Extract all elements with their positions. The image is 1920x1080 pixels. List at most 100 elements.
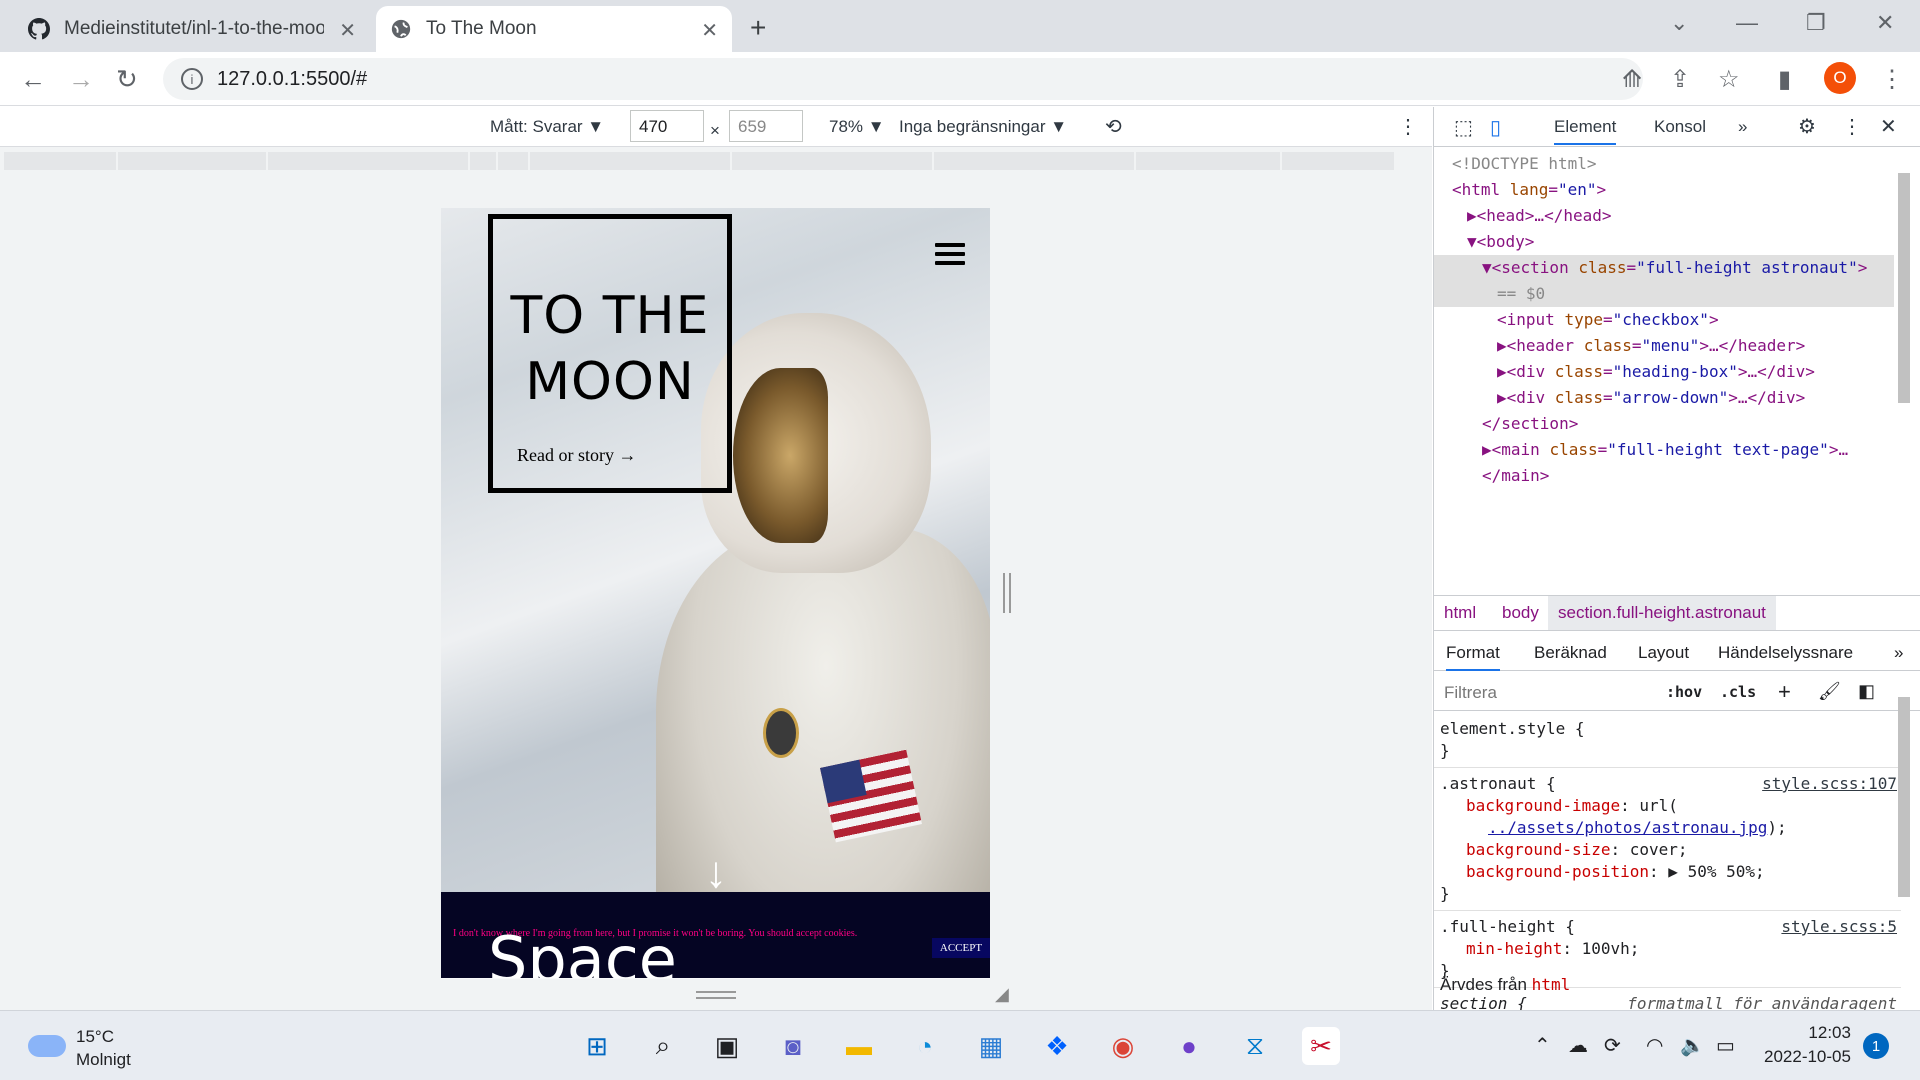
dom-scrollbar[interactable] [1898,173,1910,403]
crumb-section[interactable]: section.full-height.astronaut [1548,596,1776,630]
css-source-link[interactable]: style.scss:107 [1762,773,1897,795]
dom-node-line[interactable]: </section> [1434,411,1894,437]
rotate-icon[interactable]: ⟲ [1105,114,1122,139]
tab-element[interactable]: Element [1554,117,1617,145]
accept-cookies-button[interactable]: ACCEPT [932,938,990,958]
settings-gear-icon[interactable]: ⚙ [1798,114,1816,139]
crumb-html[interactable]: html [1444,603,1476,623]
chrome-icon[interactable]: ◉ [1104,1027,1142,1065]
width-input[interactable]: 470 [630,110,704,142]
sync-icon[interactable]: ⟳ [1604,1033,1621,1058]
address-bar[interactable]: i 127.0.0.1:5500/# [163,58,1643,100]
subtab-layout[interactable]: Layout [1638,643,1689,663]
hamburger-menu-icon[interactable] [935,243,965,265]
forward-icon[interactable]: → [68,64,94,95]
battery-icon[interactable]: ▭ [1716,1033,1735,1058]
height-input[interactable]: 659 [729,110,803,142]
css-source-link[interactable]: style.scss:5 [1781,916,1897,938]
window-close-icon[interactable]: ✕ [1876,10,1894,36]
styles-scrollbar[interactable] [1898,697,1910,897]
translate-icon[interactable]: ⟰ [1622,65,1642,94]
system-clock[interactable]: 12:03 2022-10-05 [1764,1021,1851,1069]
css-rule[interactable]: element.style {} [1434,713,1901,768]
restore-icon[interactable]: ❐ [1806,10,1826,36]
dom-node-line[interactable]: ▶<div class="heading-box">…</div> [1434,359,1894,385]
minimize-icon[interactable]: — [1736,10,1758,36]
search-icon[interactable]: ⌕ [644,1027,682,1065]
dom-node-line[interactable]: <!DOCTYPE html> [1434,151,1894,177]
onedrive-icon[interactable]: ☁ [1568,1033,1588,1058]
inherited-tag[interactable]: html [1532,975,1571,994]
devtools-menu-icon[interactable]: ⋮ [1842,114,1862,139]
bookmark-star-icon[interactable]: ☆ [1718,65,1740,94]
profile-avatar[interactable]: O [1824,62,1856,94]
paint-icon[interactable]: 🖌 [1818,681,1841,702]
volume-icon[interactable]: 🔈 [1680,1033,1705,1058]
teams-chat-icon[interactable]: ◙ [774,1027,812,1065]
notification-badge[interactable]: 1 [1863,1033,1889,1059]
css-property[interactable]: background-position: ▶ 50% 50%; [1440,861,1895,883]
file-explorer-icon[interactable]: ▬ [840,1027,878,1065]
task-view-icon[interactable]: ▣ [708,1027,746,1065]
resize-corner-icon[interactable]: ◢ [995,984,1009,1005]
start-icon[interactable]: ⊞ [578,1027,616,1065]
github-desktop-icon[interactable]: ● [1170,1027,1208,1065]
media-query-ruler[interactable] [4,152,1428,170]
read-story-link[interactable]: Read or story → [517,445,636,466]
dom-tree[interactable]: <!DOCTYPE html> <html lang="en"> ▶<head>…<… [1434,151,1894,591]
tray-overflow-icon[interactable]: ⌃ [1534,1033,1551,1058]
tab-github[interactable]: Medieinstitutet/inl-1-to-the-moo ✕ [14,6,370,52]
new-rule-icon[interactable]: + [1778,679,1791,705]
dom-node-line[interactable]: ▶<header class="menu">…</header> [1434,333,1894,359]
dom-node-line[interactable]: ▶<div class="arrow-down">…</div> [1434,385,1894,411]
dom-node-line[interactable]: <input type="checkbox"> [1434,307,1894,333]
inspect-element-icon[interactable]: ⬚ [1454,115,1473,140]
tab-to-the-moon[interactable]: To The Moon ✕ [376,6,732,52]
menu-kebab-icon[interactable]: ⋮ [1880,65,1904,94]
snipping-tool-icon[interactable]: ✂ [1302,1027,1340,1065]
css-property[interactable]: background-size: cover; [1440,839,1895,861]
dom-node-line[interactable]: ▼<section class="full-height astronaut"> [1434,255,1894,281]
arrow-down-icon[interactable]: ↓ [705,848,727,898]
dom-node-line[interactable]: </main> [1434,463,1894,489]
subtab-event-listeners[interactable]: Händelselyssnare [1718,643,1853,663]
dropbox-icon[interactable]: ❖ [1038,1027,1076,1065]
tab-search-icon[interactable]: ⌄ [1670,10,1688,36]
dom-node-line[interactable]: ▶<main class="full-height text-page">… [1434,437,1894,463]
subtab-format[interactable]: Format [1446,643,1500,671]
filter-input[interactable]: Filtrera [1444,683,1497,703]
more-options-icon[interactable]: ⋮ [1398,114,1418,139]
share-icon[interactable]: ⇪ [1670,65,1690,94]
close-icon[interactable]: ✕ [701,18,718,43]
more-subtabs-icon[interactable]: » [1894,643,1903,663]
back-icon[interactable]: ← [20,64,46,95]
subtab-computed[interactable]: Beräknad [1534,643,1607,663]
wifi-icon[interactable]: ◠ [1646,1033,1663,1058]
site-info-icon[interactable]: i [181,68,203,90]
devtools-close-icon[interactable]: ✕ [1880,114,1897,139]
dom-node-line[interactable]: ▼<body> [1434,229,1894,255]
css-property[interactable]: min-height: 100vh; [1440,938,1895,960]
tab-console[interactable]: Konsol [1654,117,1706,137]
side-panel-icon[interactable]: ▮ [1778,65,1791,94]
cls-toggle[interactable]: .cls [1720,683,1756,701]
device-toggle-icon[interactable]: ▯ [1490,115,1501,140]
close-icon[interactable]: ✕ [339,18,356,43]
sidebar-toggle-icon[interactable]: ◧ [1858,681,1875,702]
css-property[interactable]: background-image: url( [1440,795,1895,817]
css-rule[interactable]: .astronaut {style.scss:107 background-ima… [1434,768,1901,911]
css-url-link[interactable]: ../assets/photos/astronau.jpg [1488,818,1767,837]
dom-node-line[interactable]: ▶<head>…</head> [1434,203,1894,229]
reload-icon[interactable]: ↻ [116,64,138,95]
dom-node-line[interactable]: <html lang="en"> [1434,177,1894,203]
store-icon[interactable]: ▦ [972,1027,1010,1065]
dom-node-line[interactable]: == $0 [1434,281,1894,307]
dimensions-select[interactable]: Mått: Svarar ▼ [490,117,604,137]
css-property[interactable]: ../assets/photos/astronau.jpg); [1440,817,1895,839]
vscode-icon[interactable]: ⧖ [1236,1027,1274,1065]
resize-handle-right[interactable] [1003,573,1011,613]
resize-handle-bottom[interactable] [696,991,736,999]
new-tab-icon[interactable]: + [750,12,766,44]
more-tabs-icon[interactable]: » [1738,117,1747,137]
edge-icon[interactable]: ◔ [906,1027,944,1065]
